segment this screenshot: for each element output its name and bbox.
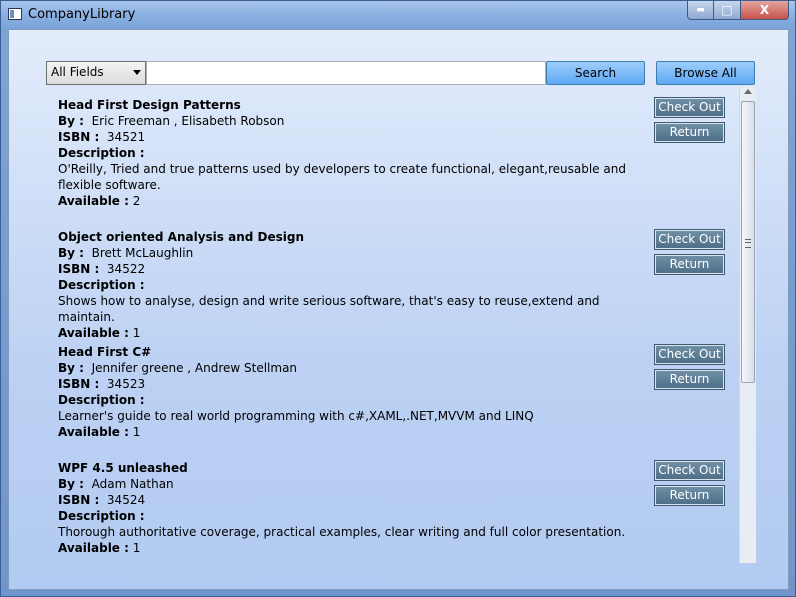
- book-isbn: 34523: [106, 377, 146, 391]
- description-label: Description :: [58, 393, 145, 407]
- book-isbn: 34522: [106, 262, 146, 276]
- book-description: Thorough authoritative coverage, practic…: [58, 525, 626, 539]
- minimize-icon: ▬: [696, 5, 705, 15]
- search-input[interactable]: [146, 61, 546, 85]
- book-description: Learner's guide to real world programmin…: [58, 409, 534, 423]
- book-authors: Adam Nathan: [91, 477, 174, 491]
- main-panel: All Fields Search Browse All Head First …: [8, 29, 789, 590]
- book-title: Head First C#: [58, 345, 152, 359]
- by-label: By :: [58, 246, 84, 260]
- book-isbn: 34524: [106, 493, 146, 507]
- window-title: CompanyLibrary: [28, 7, 136, 22]
- window-controls: ▬ □ X: [687, 1, 789, 21]
- book-title: Object oriented Analysis and Design: [58, 230, 305, 244]
- book-description: O'Reilly, Tried and true patterns used b…: [58, 162, 626, 192]
- maximize-button[interactable]: □: [714, 1, 741, 20]
- isbn-label: ISBN :: [58, 262, 100, 276]
- minimize-button[interactable]: ▬: [687, 1, 714, 20]
- grip-icon: [745, 239, 751, 248]
- return-button[interactable]: Return: [654, 122, 725, 143]
- description-label: Description :: [58, 146, 145, 160]
- by-label: By :: [58, 114, 84, 128]
- available-label: Available :: [58, 326, 129, 340]
- scrollbar-thumb[interactable]: [741, 101, 755, 383]
- isbn-label: ISBN :: [58, 377, 100, 391]
- book-isbn: 34521: [106, 130, 146, 144]
- scroll-up-arrow-icon[interactable]: [744, 89, 752, 94]
- close-icon: X: [759, 3, 770, 17]
- book-authors: Brett McLaughlin: [91, 246, 194, 260]
- search-button[interactable]: Search: [546, 61, 645, 85]
- maximize-icon: □: [721, 3, 733, 17]
- app-icon: [8, 8, 22, 20]
- book-available: 2: [132, 194, 141, 208]
- description-label: Description :: [58, 509, 145, 523]
- book-authors: Jennifer greene , Andrew Stellman: [91, 361, 298, 375]
- vertical-scrollbar[interactable]: [739, 87, 756, 563]
- book-available: 1: [132, 326, 141, 340]
- book-authors: Eric Freeman , Elisabeth Robson: [91, 114, 285, 128]
- available-label: Available :: [58, 425, 129, 439]
- checkout-button[interactable]: Check Out: [654, 97, 725, 118]
- book-list: Head First Design Patterns By : Eric Fre…: [46, 87, 756, 561]
- available-label: Available :: [58, 194, 129, 208]
- list-item: Head First Design Patterns By : Eric Fre…: [58, 97, 638, 209]
- list-item: WPF 4.5 unleashed By : Adam Nathan ISBN …: [58, 460, 638, 556]
- close-button[interactable]: X: [741, 1, 789, 20]
- checkout-button[interactable]: Check Out: [654, 344, 725, 365]
- field-filter-value: All Fields: [51, 65, 104, 79]
- isbn-label: ISBN :: [58, 493, 100, 507]
- by-label: By :: [58, 477, 84, 491]
- checkout-button[interactable]: Check Out: [654, 229, 725, 250]
- browse-all-button[interactable]: Browse All: [656, 61, 755, 85]
- chevron-down-icon: [133, 70, 141, 75]
- description-label: Description :: [58, 278, 145, 292]
- return-button[interactable]: Return: [654, 485, 725, 506]
- field-filter-dropdown[interactable]: All Fields: [46, 61, 146, 85]
- list-item: Head First C# By : Jennifer greene , And…: [58, 344, 638, 440]
- book-available: 1: [132, 541, 141, 555]
- available-label: Available :: [58, 541, 129, 555]
- isbn-label: ISBN :: [58, 130, 100, 144]
- book-available: 1: [132, 425, 141, 439]
- checkout-button[interactable]: Check Out: [654, 460, 725, 481]
- return-button[interactable]: Return: [654, 254, 725, 275]
- title-bar[interactable]: CompanyLibrary ▬ □ X: [1, 1, 795, 29]
- by-label: By :: [58, 361, 84, 375]
- return-button[interactable]: Return: [654, 369, 725, 390]
- book-title: Head First Design Patterns: [58, 98, 241, 112]
- book-description: Shows how to analyse, design and write s…: [58, 294, 600, 324]
- list-item: Object oriented Analysis and Design By :…: [58, 229, 638, 341]
- book-title: WPF 4.5 unleashed: [58, 461, 188, 475]
- application-window: CompanyLibrary ▬ □ X All Fields Search B…: [0, 0, 796, 597]
